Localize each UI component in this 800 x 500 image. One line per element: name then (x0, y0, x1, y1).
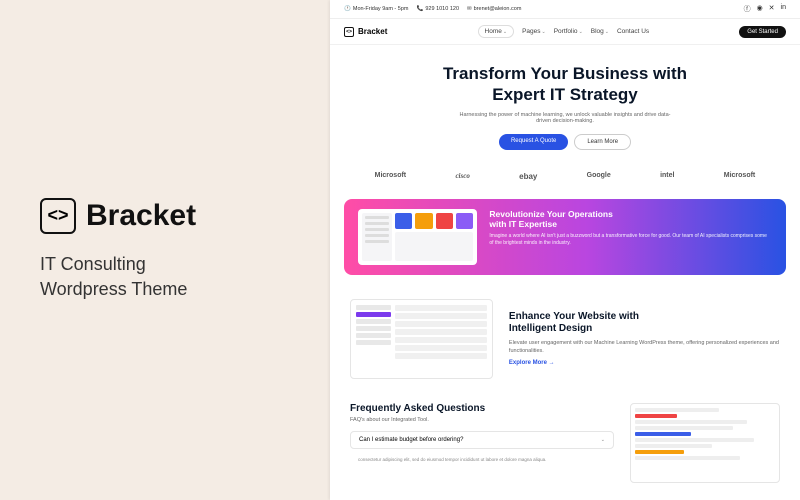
bracket-icon: <> (344, 27, 354, 37)
topbar: 🕐 Mon-Friday 9am - 5pm 📞 929 1010 120 ✉ … (330, 0, 800, 19)
nav-brand[interactable]: <> Bracket (344, 27, 387, 37)
chevron-down-icon: ⌄ (601, 437, 605, 443)
feature-body: Elevate user engagement with our Machine… (509, 340, 780, 355)
hours-info: 🕐 Mon-Friday 9am - 5pm (344, 4, 409, 14)
learn-more-button[interactable]: Learn More (574, 134, 631, 150)
brand-microsoft2: Microsoft (724, 172, 756, 181)
dashboard-sidebar (362, 213, 392, 261)
nav-menu: Home ⌄ Pages ⌄ Portfolio ⌄ Blog ⌄ Contac… (478, 25, 650, 38)
brand-microsoft: Microsoft (375, 172, 407, 181)
form-preview (350, 299, 493, 379)
banner-title: Revolutionize Your Operationswith IT Exp… (489, 209, 772, 229)
dashboard-preview (358, 209, 477, 265)
github-icon[interactable]: ◉ (757, 4, 763, 14)
navbar: <> Bracket Home ⌄ Pages ⌄ Portfolio ⌄ Bl… (330, 19, 800, 45)
chevron-down-icon: ⌄ (605, 29, 609, 35)
facebook-icon[interactable]: ⓕ (744, 4, 751, 14)
faq-item[interactable]: Can I estimate budget before ordering? ⌄ (350, 431, 614, 449)
nav-contact[interactable]: Contact Us (617, 25, 649, 38)
brand-cisco: cisco (455, 172, 469, 181)
stat-card (456, 213, 473, 229)
chevron-down-icon: ⌄ (503, 29, 507, 35)
chart-area (395, 232, 473, 261)
social-icons: ⓕ ◉ ✕ in (744, 4, 786, 14)
code-preview (630, 403, 780, 483)
brand-name: Bracket (86, 199, 196, 233)
brand-ebay: ebay (519, 172, 537, 181)
faq-section: Frequently Asked Questions FAQ's about o… (330, 393, 800, 493)
hero-title: Transform Your Business with Expert IT S… (370, 63, 760, 106)
request-quote-button[interactable]: Request A Quote (499, 134, 568, 150)
nav-portfolio[interactable]: Portfolio ⌄ (554, 25, 583, 38)
brand-logo: <> Bracket (40, 198, 290, 234)
stat-card (436, 213, 453, 229)
brand-google: Google (587, 172, 611, 181)
hero-buttons: Request A Quote Learn More (370, 134, 760, 150)
explore-more-link[interactable]: Explore More → (509, 360, 780, 366)
chevron-down-icon: ⌄ (542, 29, 546, 35)
brand-intel: intel (660, 172, 674, 181)
faq-title: Frequently Asked Questions (350, 403, 614, 414)
nav-home[interactable]: Home ⌄ (478, 25, 515, 38)
hero-subtitle: Harnessing the power of machine learning… (455, 112, 675, 124)
feature-row: Enhance Your Website withIntelligent Des… (330, 285, 800, 393)
phone-info: 📞 929 1010 120 (417, 4, 460, 14)
banner-body: Imagine a world where AI isn't just a bu… (489, 233, 772, 247)
brand-subtitle: IT Consulting Wordpress Theme (40, 252, 290, 302)
faq-subtitle: FAQ's about our Integrated Tool. (350, 417, 614, 423)
brand-logos: Microsoft cisco ebay Google intel Micros… (330, 164, 800, 189)
stat-card (415, 213, 432, 229)
site-preview: 🕐 Mon-Friday 9am - 5pm 📞 929 1010 120 ✉ … (330, 0, 800, 500)
feature-title: Enhance Your Website withIntelligent Des… (509, 311, 780, 335)
bracket-icon: <> (40, 198, 76, 234)
email-info: ✉ brenet@aleion.com (467, 4, 521, 14)
linkedin-icon[interactable]: in (781, 4, 786, 14)
faq-question: Can I estimate budget before ordering? (359, 437, 463, 443)
chevron-down-icon: ⌄ (579, 29, 583, 35)
topbar-info: 🕐 Mon-Friday 9am - 5pm 📞 929 1010 120 ✉ … (344, 4, 521, 14)
faq-answer: consectetur adipiscing elit, sed do eius… (350, 453, 614, 467)
get-started-button[interactable]: Get Started (739, 26, 786, 38)
nav-pages[interactable]: Pages ⌄ (522, 25, 546, 38)
gradient-banner: Revolutionize Your Operationswith IT Exp… (344, 199, 786, 275)
stat-card (395, 213, 412, 229)
nav-blog[interactable]: Blog ⌄ (591, 25, 609, 38)
promo-left-panel: <> Bracket IT Consulting Wordpress Theme (0, 0, 330, 500)
hero-section: Transform Your Business with Expert IT S… (330, 45, 800, 164)
feature-text: Enhance Your Website withIntelligent Des… (509, 311, 780, 366)
twitter-icon[interactable]: ✕ (769, 4, 775, 14)
banner-text: Revolutionize Your Operationswith IT Exp… (489, 209, 772, 265)
